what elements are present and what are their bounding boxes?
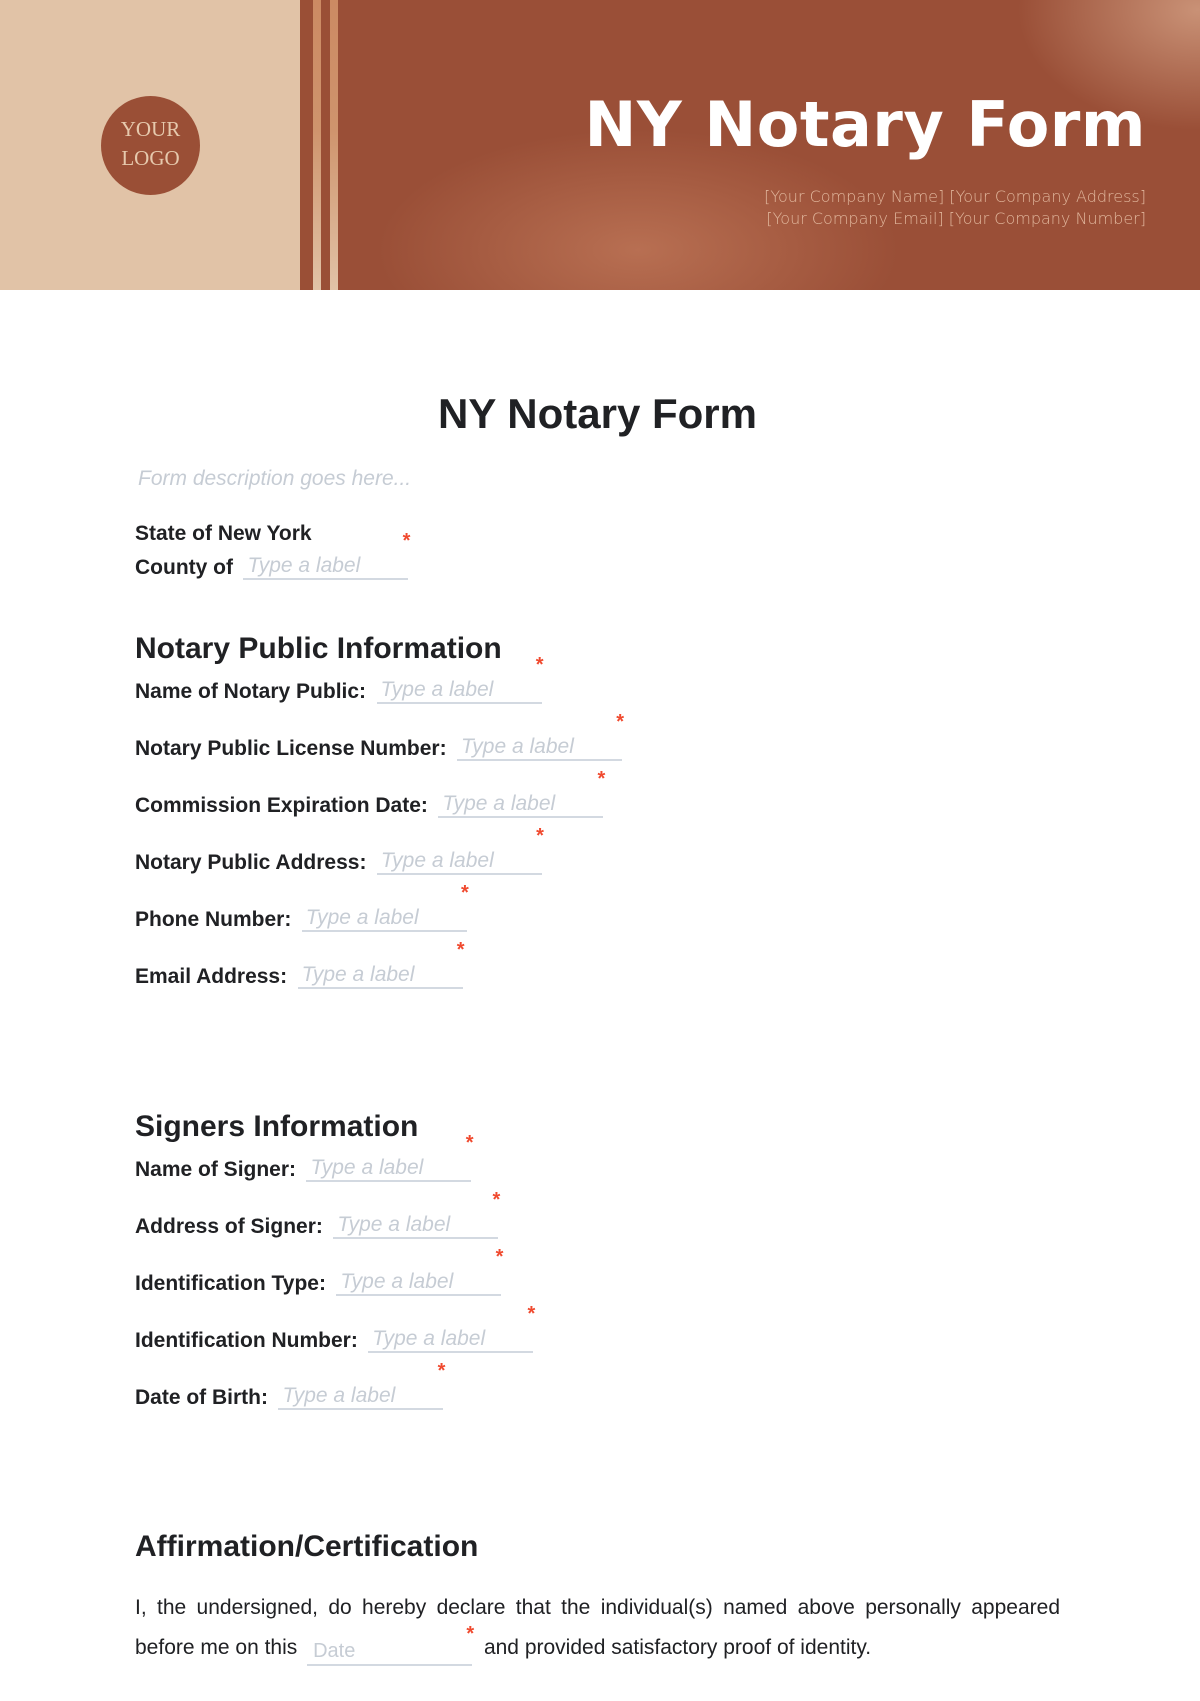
identification-number-placeholder: Type a label [372, 1327, 486, 1350]
notary-address-input[interactable]: Type a label * [376, 825, 544, 875]
company-logo: YOUR LOGO [101, 96, 200, 195]
identification-type-input[interactable]: Type a label * [336, 1246, 503, 1296]
required-asterisk: * [535, 654, 544, 676]
stripe [330, 0, 338, 290]
required-asterisk: * [456, 939, 465, 961]
affirmation-date-placeholder: Date [313, 1640, 356, 1662]
commission-expiration-label: Commission Expiration Date: [135, 794, 428, 817]
page-header: YOUR LOGO NY Notary Form [Your Company N… [0, 0, 1200, 290]
state-line: State of New York [135, 522, 312, 545]
logo-line-1: YOUR [120, 117, 181, 141]
affirmation-text-after: and provided satisfactory proof of ident… [483, 1636, 872, 1659]
required-asterisk: * [465, 1132, 474, 1154]
logo-line-2: LOGO [121, 146, 180, 170]
notary-name-label: Name of Notary Public: [135, 680, 367, 703]
required-asterisk: * [527, 1303, 536, 1325]
email-address-field: Email Address: Type a label * [135, 939, 465, 993]
identification-type-placeholder: Type a label [340, 1270, 454, 1293]
signer-address-input[interactable]: Type a label * [333, 1189, 500, 1239]
stripe [313, 0, 321, 290]
signer-name-label: Name of Signer: [135, 1158, 297, 1181]
notary-address-placeholder: Type a label [380, 849, 494, 872]
email-address-input[interactable]: Type a label * [297, 939, 465, 989]
identification-type-field: Identification Type: Type a label * [135, 1246, 503, 1300]
required-asterisk: * [461, 882, 469, 904]
form-description[interactable]: Form description goes here... [138, 467, 411, 491]
phone-number-field: Phone Number: Type a label * [135, 882, 469, 936]
header-left-panel: YOUR LOGO [0, 0, 300, 290]
affirmation-paragraph: I, the undersigned, do hereby declare th… [135, 1588, 1060, 1668]
company-info-line-2: [Your Company Email] [Your Company Numbe… [766, 209, 1146, 228]
date-of-birth-field: Date of Birth: Type a label * [135, 1360, 445, 1414]
header-title: NY Notary Form [584, 88, 1146, 161]
required-asterisk: * [616, 711, 625, 733]
signer-name-field: Name of Signer: Type a label * [135, 1132, 473, 1186]
section-title-signers: Signers Information [135, 1110, 419, 1143]
signer-name-placeholder: Type a label [310, 1156, 424, 1179]
identification-number-label: Identification Number: [135, 1329, 358, 1352]
license-number-field: Notary Public License Number: Type a lab… [135, 711, 624, 765]
identification-number-field: Identification Number: Type a label * [135, 1303, 535, 1357]
company-info-line-1: [Your Company Name] [Your Company Addres… [764, 187, 1146, 206]
county-input[interactable]: Type a label * [243, 530, 410, 580]
signer-name-input[interactable]: Type a label * [306, 1132, 473, 1182]
company-info: [Your Company Name] [Your Company Addres… [764, 186, 1146, 230]
phone-number-label: Phone Number: [135, 908, 292, 931]
signer-address-label: Address of Signer: [135, 1215, 323, 1238]
license-number-label: Notary Public License Number: [135, 737, 447, 760]
section-title-affirmation: Affirmation/Certification [135, 1530, 479, 1563]
required-asterisk: * [466, 1623, 475, 1645]
commission-expiration-placeholder: Type a label [442, 792, 556, 815]
date-of-birth-placeholder: Type a label [282, 1384, 396, 1407]
required-asterisk: * [437, 1360, 446, 1382]
commission-expiration-field: Commission Expiration Date: Type a label… [135, 768, 605, 822]
form-title: NY Notary Form [438, 390, 757, 437]
email-address-placeholder: Type a label [301, 963, 415, 986]
notary-name-input[interactable]: Type a label * [376, 654, 544, 704]
signer-address-placeholder: Type a label [337, 1213, 451, 1236]
required-asterisk: * [495, 1246, 504, 1268]
section-title-notary: Notary Public Information [135, 632, 502, 665]
license-number-placeholder: Type a label [461, 735, 574, 758]
county-placeholder: Type a label [247, 554, 361, 577]
notary-address-label: Notary Public Address: [135, 851, 367, 874]
decorative-stripes [300, 0, 338, 290]
commission-expiration-input[interactable]: Type a label * [438, 768, 605, 818]
signer-address-field: Address of Signer: Type a label * [135, 1189, 500, 1243]
notary-name-field: Name of Notary Public: Type a label * [135, 654, 544, 708]
license-number-input[interactable]: Type a label * [457, 711, 624, 761]
phone-number-placeholder: Type a label [305, 906, 419, 929]
notary-address-field: Notary Public Address: Type a label * [135, 825, 544, 879]
required-asterisk: * [597, 768, 606, 790]
affirmation-date-input[interactable]: Date * [307, 1623, 474, 1666]
required-asterisk: * [536, 825, 544, 847]
notary-name-placeholder: Type a label [380, 678, 494, 701]
identification-type-label: Identification Type: [135, 1272, 326, 1295]
phone-number-input[interactable]: Type a label * [301, 882, 469, 932]
identification-number-input[interactable]: Type a label * [368, 1303, 535, 1353]
date-of-birth-input[interactable]: Type a label * [278, 1360, 445, 1410]
date-of-birth-label: Date of Birth: [135, 1386, 268, 1409]
required-asterisk: * [492, 1189, 501, 1211]
required-asterisk: * [402, 530, 411, 552]
email-address-label: Email Address: [135, 965, 288, 988]
county-label: County of [135, 556, 233, 579]
county-field: County of Type a label * [135, 530, 410, 584]
